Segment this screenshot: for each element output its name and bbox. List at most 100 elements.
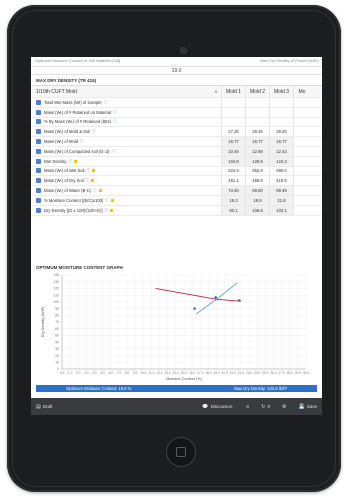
row-label: Total Wet Mass (Wt) of Sample ⓘ — [31, 99, 221, 105]
settings-button[interactable]: ⚙ — [282, 404, 286, 410]
data-point — [193, 307, 196, 310]
table-cell[interactable]: 465.9 — [245, 176, 269, 186]
table-row: % By Mass (Wₜ) of # Retained (804) ⓘ — [31, 117, 322, 128]
table-row: Total Wet Mass (Wt) of Sample ⓘ — [31, 98, 322, 108]
y-tick-label: 130 — [53, 280, 59, 284]
table-cell[interactable]: 451.1 — [221, 176, 245, 186]
row-label: Mass (Wₜ) of Mold & Soil ⓘ — [31, 129, 221, 135]
info-icon[interactable]: ⓘ — [86, 178, 90, 183]
table-cell — [221, 107, 245, 117]
x-tick-label: 29.0 — [295, 371, 301, 375]
field-icon — [36, 119, 41, 125]
x-tick-label: 30.0 — [303, 371, 309, 375]
table-cell — [221, 98, 245, 107]
mold-select[interactable]: 1/10th CUFT Mold ▾ — [31, 89, 221, 95]
table-row: Mass (Wₜ) of # Retained on Material ⓘ — [31, 107, 322, 118]
row-label: % By Mass (Wₜ) of # Retained (804) ⓘ — [31, 119, 221, 125]
x-tick-label: 22.0 — [238, 371, 244, 375]
table-cell: 104.8 — [221, 156, 245, 166]
field-icon — [36, 188, 41, 194]
table-cell[interactable]: 410.6 — [269, 176, 293, 186]
table-row: Mass (Wₜ) of Mold & Soil ⓘ 27.25 29.45 29.20 — [31, 127, 322, 138]
x-tick-label: 24.0 — [254, 371, 260, 375]
table-cell[interactable]: 27.25 — [221, 127, 245, 137]
discussion-button[interactable]: 💬 Discussion — [202, 404, 232, 410]
y-axis-label: Dry Density (lb/ft³) — [41, 306, 45, 337]
y-tick-label: 60 — [55, 327, 59, 331]
dots-icon: ≡ — [246, 403, 250, 410]
table-cell[interactable]: 29.45 — [245, 127, 269, 137]
info-icon[interactable]: ⓘ — [112, 149, 116, 154]
calc-flag-icon — [98, 189, 102, 193]
table-cell: 18.9 — [245, 195, 269, 205]
column-header: Mold 1 — [221, 86, 245, 97]
row-label-text: Mass (Wₜ) of Wet Soil — [44, 168, 85, 174]
table-cell[interactable]: 29.20 — [269, 127, 293, 137]
calc-flag-icon — [110, 208, 114, 212]
x-tick-label: 10.0 — [140, 371, 146, 375]
y-tick-label: 100 — [53, 300, 59, 304]
x-tick-label: 19.0 — [213, 371, 219, 375]
x-tick-label: 2.0 — [76, 371, 81, 375]
table-cell — [293, 127, 310, 137]
row-label: Wet Density ⓘ — [31, 158, 221, 164]
column-header: Mold 2 — [245, 86, 269, 97]
table-cell: 106.6 — [245, 205, 269, 215]
info-icon[interactable]: ⓘ — [80, 139, 84, 144]
x-tick-label: 13.0 — [165, 371, 171, 375]
row-label-text: % Moisture Content [(B/C)x100] — [44, 197, 104, 203]
calc-flag-icon — [74, 159, 78, 163]
y-tick-label: 70 — [55, 320, 59, 324]
top-value: 19.0 — [31, 67, 322, 75]
table-header: 1/10th CUFT Mold ▾ Mold 1 Mold 2 Mold 3 … — [31, 86, 322, 98]
home-button[interactable] — [166, 437, 196, 467]
table-cell — [269, 98, 293, 107]
table-cell: 16.77 — [269, 137, 293, 146]
table-cell — [293, 156, 310, 166]
more-button[interactable]: ≡ — [246, 404, 249, 410]
table-cell: 16.77 — [245, 137, 269, 146]
column-header: Mo — [293, 86, 310, 97]
table-cell — [293, 195, 310, 205]
x-tick-label: 25.0 — [262, 371, 268, 375]
x-axis-label: Moisture Content (%) — [166, 377, 203, 381]
sync-button[interactable]: ↻ 0 — [261, 404, 270, 410]
table-cell[interactable]: 553.9 — [245, 166, 269, 176]
table-cell[interactable]: 524.5 — [221, 166, 245, 176]
table-cell — [221, 117, 245, 127]
row-label: Mass (Wₜ) of Wet Soil ⓘ — [31, 168, 221, 174]
info-icon[interactable]: ⓘ — [69, 159, 73, 164]
table-cell: 10.48 — [221, 146, 245, 156]
table-cell — [293, 137, 310, 146]
info-icon[interactable]: ⓘ — [113, 119, 117, 124]
x-tick-label: 17.0 — [197, 371, 203, 375]
x-tick-label: 28.0 — [287, 371, 293, 375]
info-icon[interactable]: ⓘ — [113, 110, 117, 115]
x-tick-label: 26.0 — [270, 371, 276, 375]
table-cell: 90.1 — [221, 205, 245, 215]
table-cell — [293, 205, 310, 215]
y-tick-label: 110 — [53, 293, 59, 297]
mdd-caption: Max Dry Density of Proctor (MD) — [260, 58, 318, 63]
info-icon[interactable]: ⓘ — [86, 168, 90, 173]
mdd-result: Max Dry Density: 103.8 lb/ft³ — [234, 386, 287, 391]
info-icon[interactable]: ⓘ — [92, 129, 96, 134]
row-label-text: Mass (Wₜ) of Dry Soil — [44, 178, 84, 184]
table-cell[interactable]: 590.0 — [269, 166, 293, 176]
field-icon — [36, 158, 41, 164]
field-icon — [36, 99, 41, 105]
save-button[interactable]: 💾 Save — [299, 404, 318, 410]
draft-label: Draft — [42, 404, 53, 409]
row-label: % Moisture Content [(B/C)x100] ⓘ — [31, 197, 221, 203]
draft-button[interactable]: ▤ Draft — [36, 404, 53, 410]
info-icon[interactable]: ⓘ — [104, 100, 108, 105]
info-icon[interactable]: ⓘ — [105, 208, 109, 213]
info-icon[interactable]: ⓘ — [105, 198, 109, 203]
calc-flag-icon — [92, 169, 96, 173]
row-label: Mass (Wₜ) of Compacted soil (D=3) ⓘ — [31, 148, 221, 154]
calc-flag-icon — [110, 198, 114, 202]
row-label: Mass (Wₜ) of Mold ⓘ — [31, 139, 221, 145]
x-tick-label: 8.0 — [125, 371, 130, 375]
info-icon[interactable]: ⓘ — [93, 188, 97, 193]
result-bar: Optimum Moisture Content: 19.0 % Max Dry… — [36, 385, 317, 392]
